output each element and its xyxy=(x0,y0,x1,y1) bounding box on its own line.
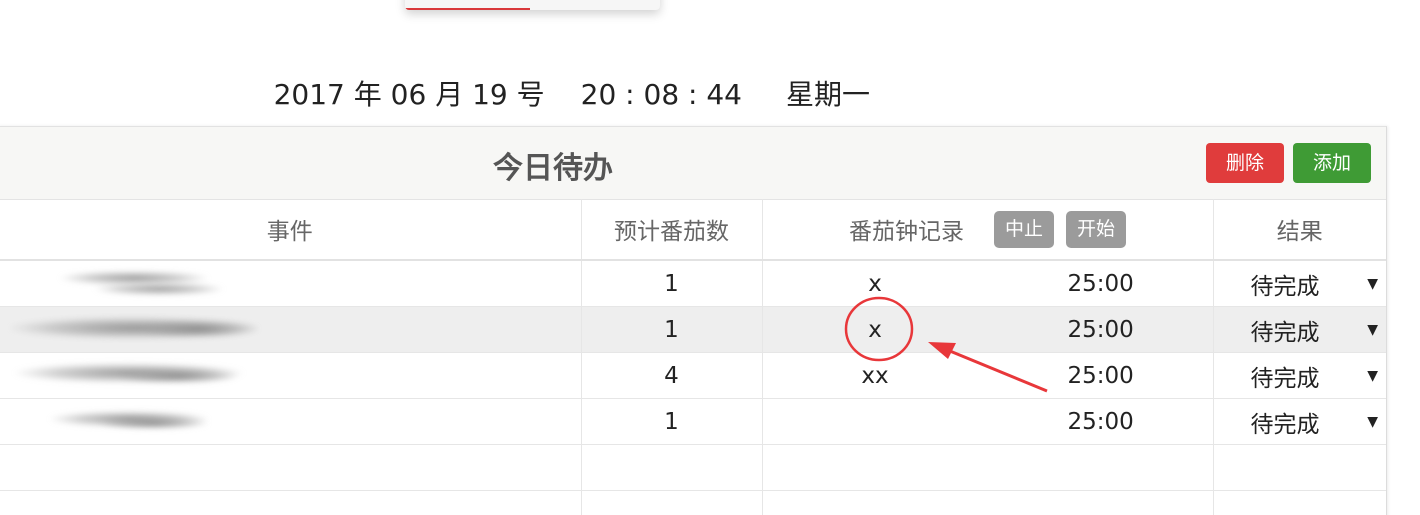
event-cell-redacted[interactable] xyxy=(0,260,582,307)
result-select[interactable]: 待完成 ▼ xyxy=(1213,306,1386,353)
page: 2017 年 06 月 19 号 20 : 08 : 44 星期一 今日待办 删除 … xyxy=(0,0,1420,515)
triangle-down-icon: ▼ xyxy=(1367,321,1378,338)
record-cell: x 25:00 xyxy=(762,260,1214,307)
estimate-cell: 1 xyxy=(581,398,763,445)
timer-text: 25:00 xyxy=(1067,362,1134,389)
header-estimate-label: 预计番茄数 xyxy=(614,219,729,245)
event-cell-redacted[interactable] xyxy=(0,306,582,353)
date-text: 2017 年 06 月 19 号 xyxy=(273,78,545,111)
header-event-label: 事件 xyxy=(266,219,313,245)
header-result-label: 结果 xyxy=(1276,219,1323,245)
timer-text: 25:00 xyxy=(1067,408,1134,435)
delete-button[interactable]: 删除 xyxy=(1206,143,1284,183)
estimate-cell: 1 xyxy=(581,260,763,307)
empty-cell xyxy=(762,490,1214,515)
pomodoro-marks xyxy=(763,399,988,444)
triangle-down-icon: ▼ xyxy=(1367,413,1378,430)
result-value: 待完成 xyxy=(1250,365,1320,392)
empty-cell xyxy=(0,490,582,515)
triangle-down-icon: ▼ xyxy=(1367,275,1378,292)
panel-header: 今日待办 删除 添加 xyxy=(0,127,1386,200)
blurred-text xyxy=(0,307,581,352)
table-row-empty xyxy=(0,444,1386,491)
weekday-text: 星期一 xyxy=(786,78,871,111)
result-value: 待完成 xyxy=(1250,319,1320,346)
table-row[interactable]: 1 x 25:00 待完成 ▼ xyxy=(0,306,1386,353)
table-row-empty xyxy=(0,490,1386,515)
timer-text: 25:00 xyxy=(1067,316,1134,343)
empty-cell xyxy=(0,444,582,491)
event-cell-redacted[interactable] xyxy=(0,352,582,399)
event-cell-redacted[interactable] xyxy=(0,398,582,445)
time-text: 20 : 08 : 44 xyxy=(580,78,742,111)
empty-cell xyxy=(1213,490,1386,515)
result-value: 待完成 xyxy=(1250,411,1320,438)
header-estimate: 预计番茄数 xyxy=(581,199,763,261)
result-value: 待完成 xyxy=(1250,273,1320,300)
triangle-down-icon: ▼ xyxy=(1367,367,1378,384)
record-cell: 25:00 xyxy=(762,398,1214,445)
top-partial-element xyxy=(405,0,660,10)
pomodoro-marks: x xyxy=(868,270,882,297)
stop-button[interactable]: 中止 xyxy=(994,210,1054,248)
table-row[interactable]: 1 x 25:00 待完成 ▼ xyxy=(0,260,1386,307)
timer-text: 25:00 xyxy=(1067,270,1134,297)
table-header-row: 事件 预计番茄数 番茄钟记录 中止 开始 结果 xyxy=(0,199,1386,261)
estimate-cell: 4 xyxy=(581,352,763,399)
record-cell: xx 25:00 xyxy=(762,352,1214,399)
header-record-label: 番茄钟记录 xyxy=(849,219,964,245)
result-select[interactable]: 待完成 ▼ xyxy=(1213,352,1386,399)
blurred-text xyxy=(0,353,581,398)
table-row[interactable]: 1 25:00 待完成 ▼ xyxy=(0,398,1386,445)
todo-table: 事件 预计番茄数 番茄钟记录 中止 开始 结果 1 x 25:00 待完成 ▼ … xyxy=(0,199,1386,515)
empty-cell xyxy=(581,444,763,491)
panel-title: 今日待办 xyxy=(493,151,613,186)
estimate-cell: 1 xyxy=(581,306,763,353)
header-event: 事件 xyxy=(0,199,582,261)
start-button[interactable]: 开始 xyxy=(1066,210,1126,248)
blurred-text xyxy=(0,261,581,306)
record-cell: x 25:00 xyxy=(762,306,1214,353)
empty-cell xyxy=(581,490,763,515)
todo-panel: 今日待办 删除 添加 事件 预计番茄数 番茄钟记录 中止 开始 结果 1 x 2… xyxy=(0,126,1387,515)
pomodoro-marks: x xyxy=(868,316,882,343)
empty-cell xyxy=(1213,444,1386,491)
result-select[interactable]: 待完成 ▼ xyxy=(1213,398,1386,445)
header-result: 结果 xyxy=(1213,199,1386,261)
pomodoro-marks: xx xyxy=(861,362,889,389)
add-button[interactable]: 添加 xyxy=(1293,143,1371,183)
header-record: 番茄钟记录 中止 开始 xyxy=(762,199,1214,261)
result-select[interactable]: 待完成 ▼ xyxy=(1213,260,1386,307)
table-row[interactable]: 4 xx 25:00 待完成 ▼ xyxy=(0,352,1386,399)
blurred-text xyxy=(0,399,581,444)
red-accent-bar xyxy=(405,8,530,10)
empty-cell xyxy=(762,444,1214,491)
